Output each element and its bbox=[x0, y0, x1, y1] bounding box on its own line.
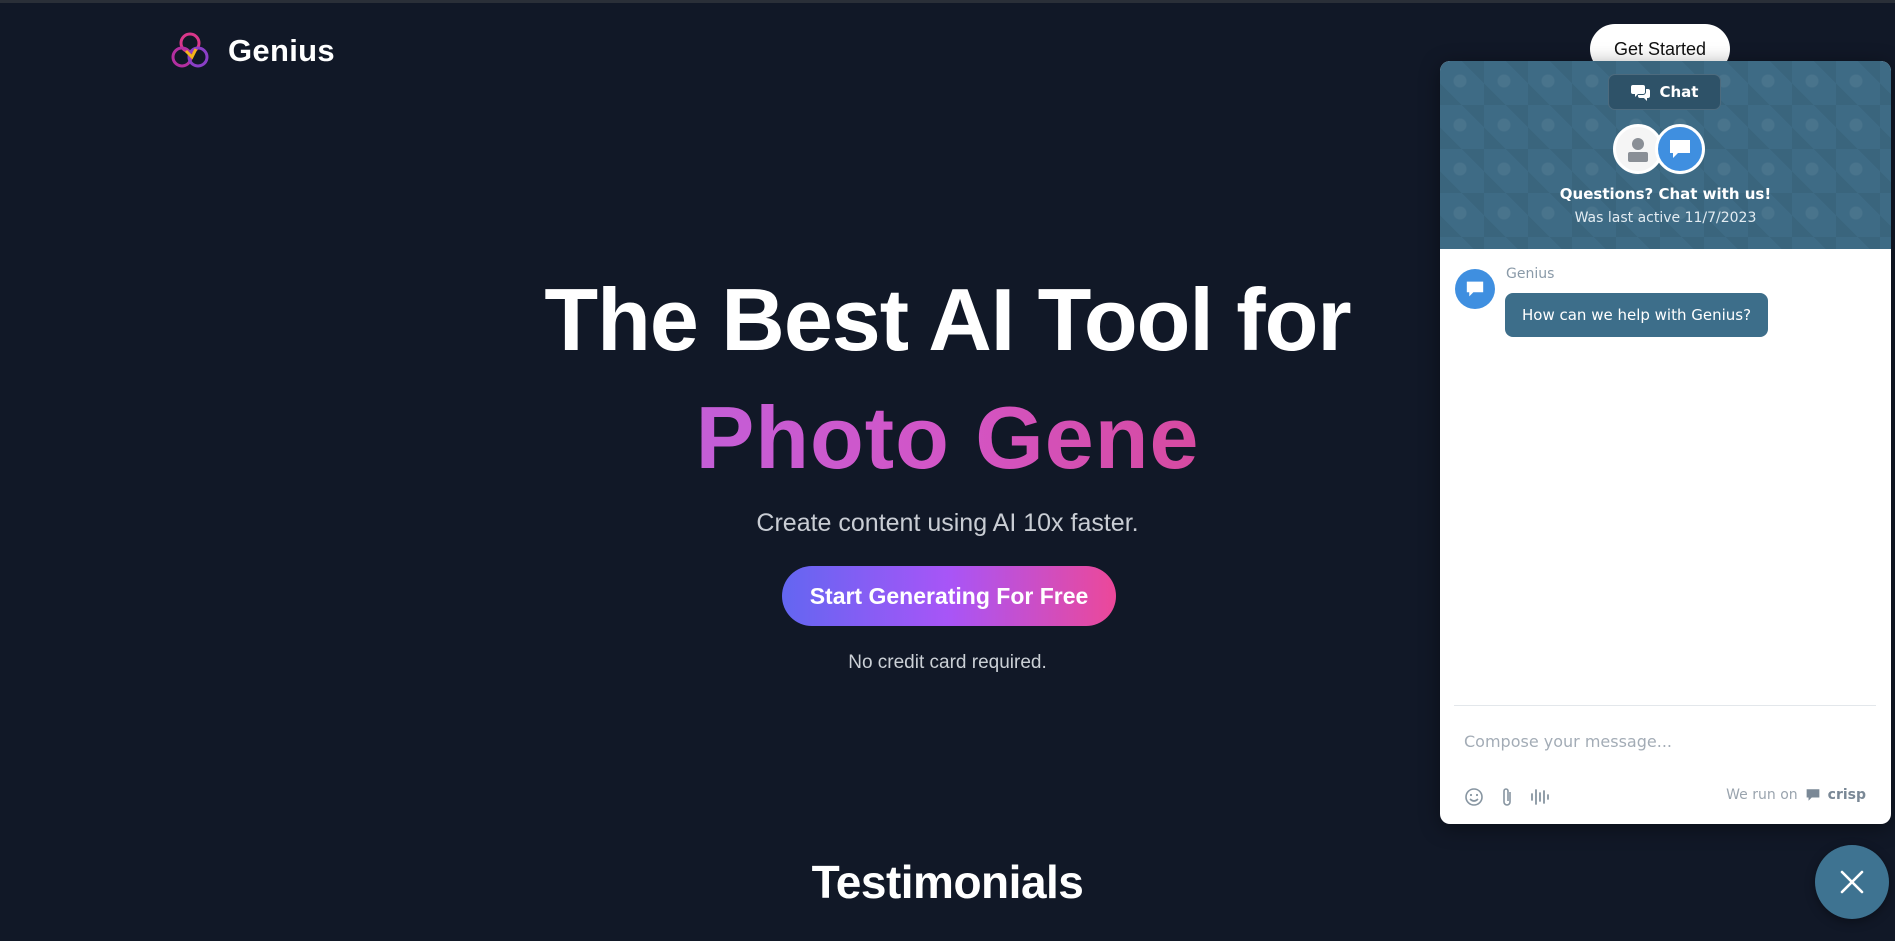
brand-name: Genius bbox=[228, 33, 335, 68]
compose-divider bbox=[1454, 705, 1876, 706]
powered-prefix: We run on bbox=[1726, 787, 1798, 803]
genius-bot-avatar bbox=[1655, 124, 1705, 174]
smiley-icon bbox=[1465, 788, 1483, 806]
message-avatar bbox=[1455, 269, 1495, 309]
chat-last-active: Was last active 11/7/2023 bbox=[1574, 210, 1757, 226]
compose-message-input[interactable] bbox=[1464, 725, 1864, 757]
voice-button[interactable] bbox=[1528, 785, 1552, 809]
message-sender: Genius bbox=[1506, 266, 1555, 282]
powered-by-crisp[interactable]: We run on crisp bbox=[1726, 787, 1866, 803]
emoji-button[interactable] bbox=[1462, 785, 1486, 809]
brand-logo[interactable]: Genius bbox=[168, 29, 335, 73]
crisp-logo-icon bbox=[1806, 789, 1820, 801]
chat-bubble-icon bbox=[1466, 281, 1484, 297]
person-icon bbox=[1628, 138, 1648, 162]
chat-tab-label: Chat bbox=[1659, 83, 1699, 101]
chat-header: Chat Questions? Chat with us! Was last a… bbox=[1440, 61, 1891, 249]
chat-widget: Chat Questions? Chat with us! Was last a… bbox=[1440, 61, 1891, 824]
attach-button[interactable] bbox=[1495, 785, 1519, 809]
chat-tab[interactable]: Chat bbox=[1608, 74, 1721, 110]
chat-title: Questions? Chat with us! bbox=[1559, 185, 1772, 203]
paperclip-icon bbox=[1503, 788, 1511, 806]
chat-bubbles-icon bbox=[1630, 85, 1650, 101]
hero-title-line2: Photo Gene bbox=[695, 388, 1200, 487]
operator-avatars bbox=[1613, 124, 1705, 174]
audio-wave-icon bbox=[1531, 789, 1549, 805]
chat-bubble-icon bbox=[1670, 140, 1690, 158]
close-icon bbox=[1840, 870, 1864, 894]
powered-brand: crisp bbox=[1827, 787, 1866, 803]
hero-title-line1: The Best AI Tool for bbox=[544, 270, 1351, 369]
genius-logo-icon bbox=[171, 32, 209, 68]
testimonials-heading: Testimonials bbox=[811, 856, 1084, 908]
close-chat-button[interactable] bbox=[1815, 845, 1889, 919]
message-bubble: How can we help with Genius? bbox=[1505, 293, 1769, 337]
start-generating-button[interactable]: Start Generating For Free bbox=[782, 566, 1116, 626]
